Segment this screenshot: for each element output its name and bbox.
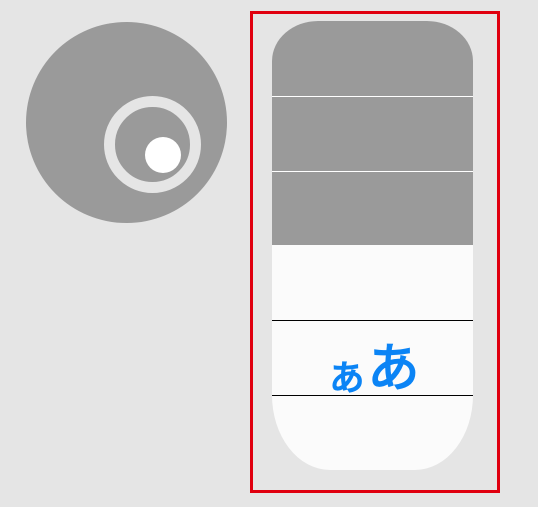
kana-label: ぁあ xyxy=(272,343,473,397)
disc-hole xyxy=(145,137,181,173)
divider-line-1 xyxy=(272,96,473,97)
kana-small-glyph: ぁ xyxy=(325,351,368,400)
divider-line-2 xyxy=(272,171,473,172)
divider-line-3 xyxy=(272,320,473,321)
disc-ring xyxy=(104,96,201,193)
disc-icon xyxy=(26,22,227,223)
kana-large-glyph: あ xyxy=(367,339,420,399)
kana-pill-widget[interactable]: ぁあ xyxy=(272,21,473,470)
pill-top-panel xyxy=(272,21,473,245)
